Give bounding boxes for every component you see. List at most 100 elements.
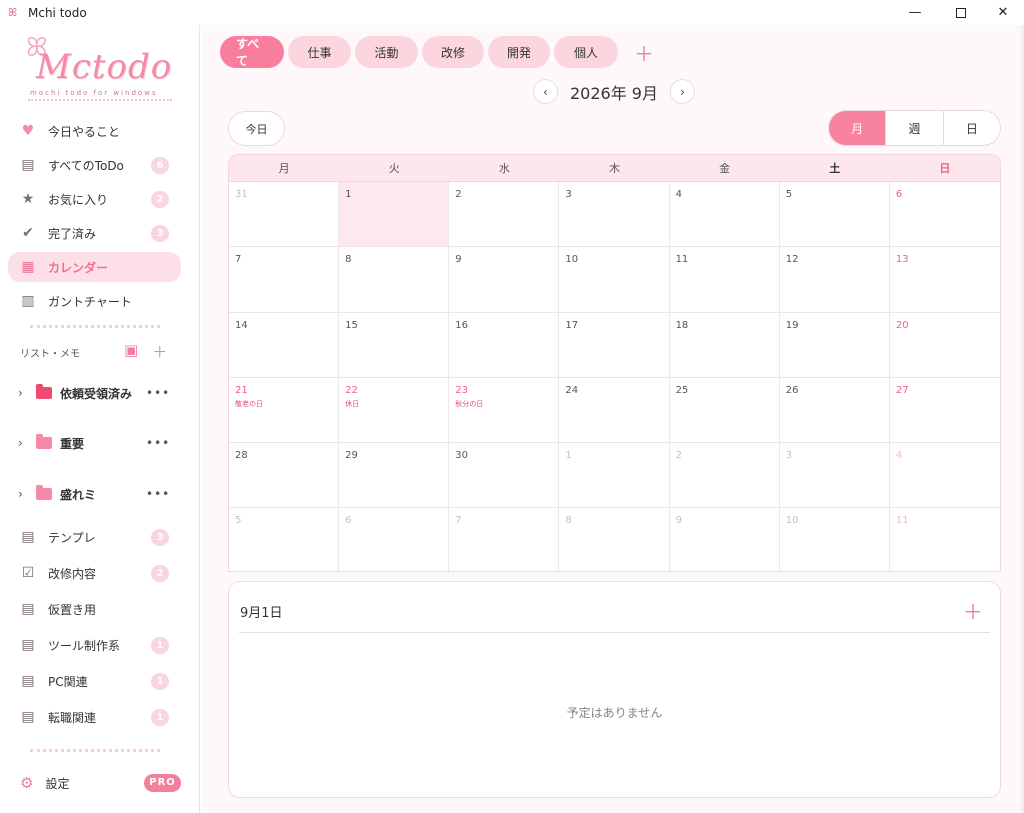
day-number: 2 [455, 189, 462, 200]
chevron-left-icon: ‹ [543, 84, 548, 99]
day-number: 30 [455, 450, 469, 462]
calendar-day-cell[interactable]: 3 [559, 182, 670, 248]
calendar-day-cell[interactable]: 13 [889, 247, 1000, 313]
add-tab-button[interactable]: ＋ [634, 38, 654, 67]
calendar-day-cell[interactable]: 2 [449, 182, 560, 248]
more-options-icon[interactable]: ••• [146, 386, 170, 400]
calendar-day-cell[interactable]: 28 [229, 443, 340, 509]
calendar-day-cell[interactable]: 9 [449, 247, 560, 313]
calendar-day-cell[interactable]: 7 [449, 508, 560, 571]
list-item-3[interactable]: ▤ ツール制作系 1 [8, 630, 181, 660]
tab-4[interactable]: 開発 [488, 36, 550, 68]
sidebar-item-3[interactable]: ✔ 完了済み 3 [8, 218, 181, 248]
weekday-label: 水 [498, 162, 510, 175]
calendar-day-cell[interactable]: 4 [889, 443, 1000, 509]
sidebar-item-2[interactable]: ★ お気に入り 2 [8, 184, 181, 214]
calendar-day-cell[interactable]: 5 [229, 508, 340, 571]
tab-3[interactable]: 改修 [422, 36, 484, 68]
today-button[interactable]: 今日 [228, 111, 285, 146]
calendar-day-cell[interactable]: 2 [669, 443, 780, 509]
calendar-day-cell[interactable]: 6 [339, 508, 450, 571]
window-title: Mchi todo [28, 5, 87, 20]
calendar-day-cell[interactable]: 12 [779, 247, 890, 313]
add-list-icon[interactable]: ＋ [152, 341, 167, 362]
folder-item-1[interactable]: › 重要 ••• [18, 432, 178, 454]
calendar-day-cell[interactable]: 19 [779, 312, 890, 378]
calendar-day-cell[interactable]: 4 [669, 182, 780, 248]
folder-icon [36, 434, 52, 449]
tab-1[interactable]: 仕事 [288, 36, 351, 68]
weekday-label: 日 [939, 162, 951, 175]
list-item-1[interactable]: ☑ 改修内容 2 [8, 558, 181, 588]
calendar-day-cell[interactable]: 14 [229, 312, 340, 378]
list-item-label: ツール制作系 [48, 638, 121, 653]
view-option-1[interactable]: 週 [885, 111, 942, 145]
calendar-day-cell[interactable]: 8 [339, 247, 450, 313]
calendar-day-cell[interactable]: 23 秋分の日 [449, 377, 560, 444]
sidebar-item-0[interactable]: ♥ 今日やること [8, 116, 181, 146]
next-month-button[interactable]: › [670, 79, 695, 104]
calendar-day-cell[interactable]: 26 [779, 377, 890, 444]
pro-badge[interactable]: PRO [144, 774, 181, 792]
calendar-day-cell[interactable]: 20 [889, 313, 1000, 378]
calendar-day-cell[interactable]: 31 [229, 182, 340, 248]
chevron-right-icon[interactable]: › [18, 436, 32, 450]
calendar-day-cell[interactable]: 29 [339, 443, 450, 509]
calendar-day-cell[interactable]: 3 [779, 443, 890, 509]
calendar-day-cell[interactable]: 21 敬老の日 [229, 377, 340, 444]
calendar-day-cell[interactable]: 8 [559, 508, 670, 571]
calendar-day-cell[interactable]: 30 [449, 443, 560, 509]
calendar-day-cell[interactable]: 11 [890, 508, 1000, 571]
sidebar-item-1[interactable]: ▤ すべてのToDo 6 [8, 150, 181, 180]
calendar-day-cell[interactable]: 24 [559, 377, 670, 444]
tab-2[interactable]: 活動 [355, 36, 418, 68]
count-badge: 1 [151, 637, 169, 654]
view-option-2[interactable]: 日 [942, 111, 1000, 145]
chevron-right-icon[interactable]: › [18, 386, 32, 400]
calendar-day-cell[interactable]: 27 [889, 378, 1000, 444]
folder-label: 依頼受領済み [60, 386, 133, 401]
view-option-0[interactable]: 月 [829, 111, 886, 145]
gantt-icon: ▥ [21, 293, 35, 309]
calendar-day-cell[interactable]: 6 [889, 182, 1000, 248]
close-button[interactable]: ✕ [980, 0, 1024, 25]
checklist-icon: ☑ [21, 565, 35, 581]
calendar-day-cell[interactable]: 10 [780, 508, 890, 571]
calendar-day-cell[interactable]: 25 [669, 377, 780, 444]
tab-0[interactable]: すべて [220, 36, 284, 68]
sidebar-item-5[interactable]: ▥ ガントチャート [8, 286, 181, 316]
minimize-button[interactable]: — [892, 0, 938, 25]
calendar-day-cell[interactable]: 9 [670, 508, 780, 571]
tab-5[interactable]: 個人 [554, 36, 618, 68]
more-options-icon[interactable]: ••• [146, 487, 170, 501]
calendar-day-cell[interactable]: 1 [559, 443, 670, 509]
calendar-day-cell[interactable]: 17 [559, 312, 670, 378]
day-number: 15 [345, 319, 358, 331]
more-options-icon[interactable]: ••• [146, 436, 170, 450]
weekday-label: 金 [719, 162, 731, 175]
folder-item-2[interactable]: › 盛れミ ••• [18, 483, 178, 505]
folder-item-0[interactable]: › 依頼受領済み ••• [18, 382, 178, 404]
list-item-5[interactable]: ▤ 転職関連 1 [8, 702, 181, 732]
sidebar-item-4[interactable]: ▦ カレンダー [8, 252, 181, 282]
calendar-day-cell[interactable]: 10 [559, 247, 670, 313]
calendar-day-cell[interactable]: 16 [449, 312, 560, 378]
sidebar-item-label: 完了済み [48, 226, 97, 241]
calendar-day-cell[interactable]: 5 [779, 182, 890, 248]
day-number: 5 [785, 189, 793, 200]
list-item-4[interactable]: ▤ PC関連 1 [8, 666, 181, 696]
calendar-day-cell[interactable]: 11 [669, 247, 780, 313]
list-item-0[interactable]: ▤ テンプレ 3 [8, 522, 181, 552]
calendar-day-cell[interactable]: 15 [339, 312, 450, 378]
list-item-2[interactable]: ▤ 仮置き用 [8, 594, 181, 624]
calendar-day-cell[interactable]: 22 休日 [339, 377, 450, 444]
add-event-button[interactable]: ＋ [963, 596, 983, 625]
prev-month-button[interactable]: ‹ [533, 79, 558, 104]
calendar-day-cell[interactable]: 7 [229, 247, 340, 313]
new-folder-icon[interactable]: ▣ [124, 341, 138, 362]
settings-item[interactable]: ⚙ 設定 PRO [8, 770, 181, 796]
maximize-button[interactable] [938, 0, 984, 25]
calendar-day-cell[interactable]: 18 [669, 312, 780, 378]
chevron-right-icon[interactable]: › [18, 487, 32, 501]
calendar-day-cell[interactable]: 1 [339, 182, 450, 248]
